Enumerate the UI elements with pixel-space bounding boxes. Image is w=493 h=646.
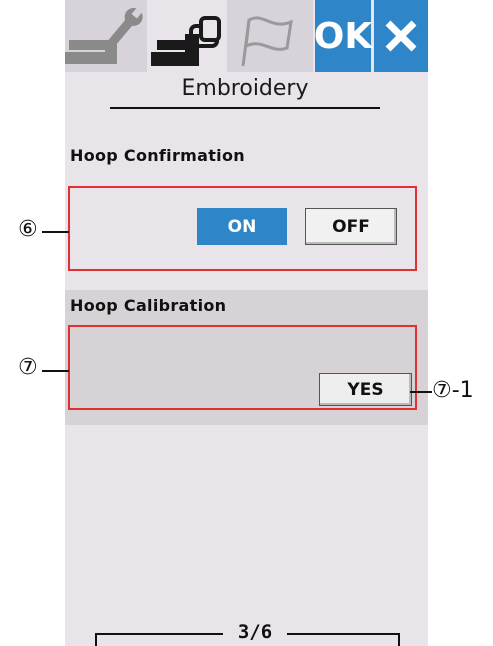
pagination-tick-left [95,633,97,646]
sewing-machine-wrench-icon [65,7,143,64]
pagination: 3/6 [95,621,400,646]
pagination-line-right [287,633,400,635]
pagination-line-left [95,633,223,635]
close-button[interactable] [374,0,428,72]
flag-icon [241,16,293,67]
callout-7-leader [42,370,69,372]
callout-7-1: ⑦-1 [432,378,474,403]
hoop-confirmation-label: Hoop Confirmation [70,146,245,165]
callout-7: ⑦ [18,355,38,380]
tab-bar: OK [65,0,428,72]
pagination-tick-right [398,633,400,646]
pagination-text: 3/6 [237,621,273,643]
close-icon [385,20,417,52]
callout-box-6 [68,186,417,271]
settings-screen: OK Embroidery Hoop Confirmation ON OFF H… [65,0,428,646]
embroidery-machine-icon [151,16,221,66]
ok-button[interactable]: OK [314,0,372,72]
tab-language[interactable] [227,0,313,72]
title-underline [110,107,380,109]
tab-embroidery[interactable] [147,0,227,72]
callout-box-7 [68,325,417,410]
hoop-calibration-label: Hoop Calibration [70,296,227,315]
page-title: Embroidery [181,76,309,101]
tab-settings[interactable] [65,0,147,72]
callout-6: ⑥ [18,217,38,242]
callout-7-1-leader [410,391,432,393]
callout-6-leader [42,231,69,233]
